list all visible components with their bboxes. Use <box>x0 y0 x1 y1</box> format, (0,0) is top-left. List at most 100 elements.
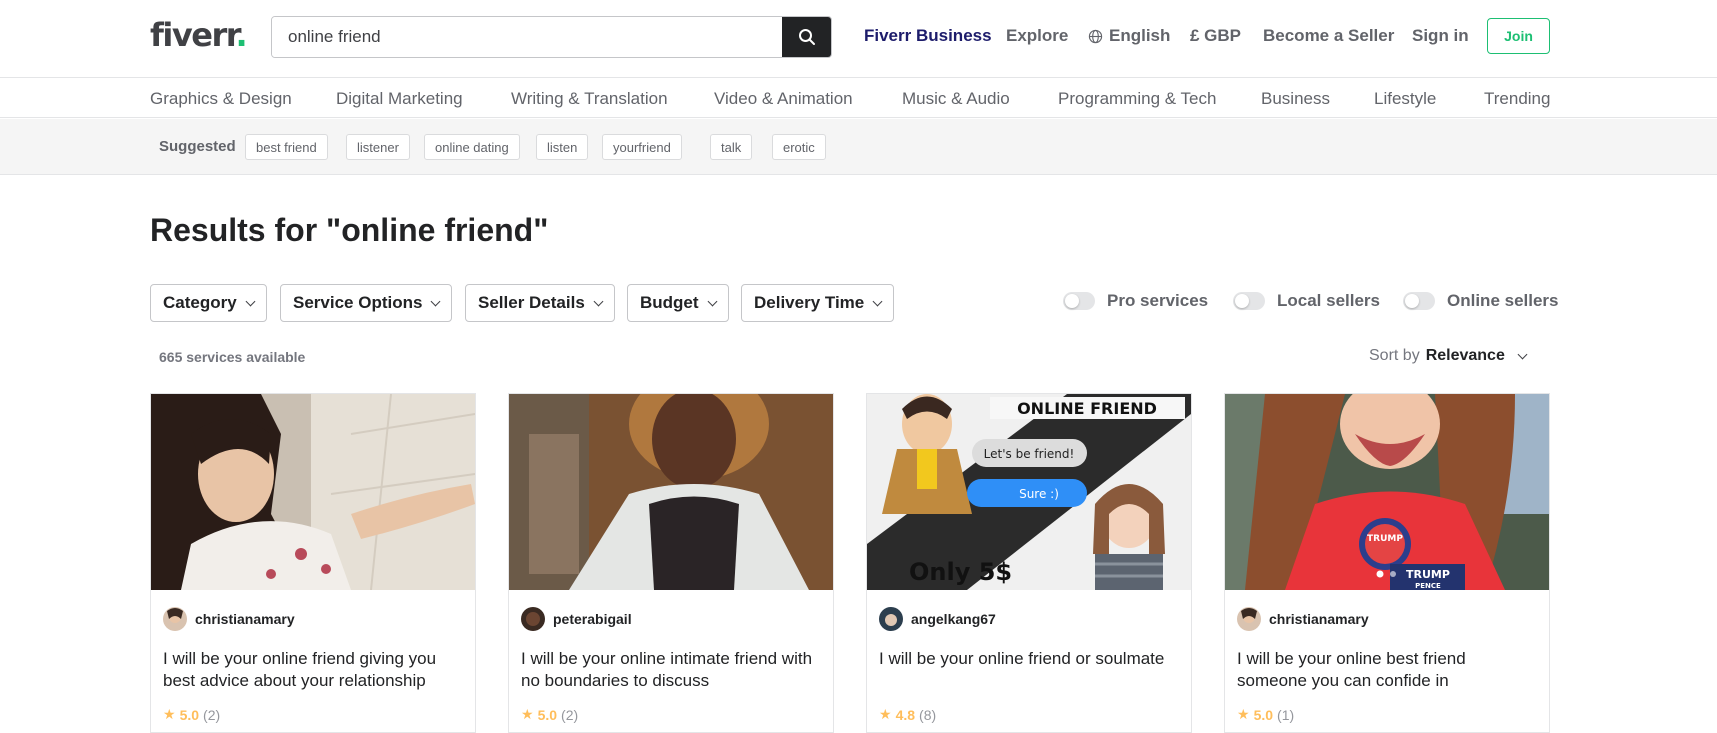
language-label: English <box>1109 26 1171 45</box>
gig-image[interactable]: TRUMP TRUMP PENCE <box>1225 394 1549 590</box>
review-count: (8) <box>919 706 937 723</box>
search-icon <box>798 29 815 45</box>
suggested-tag[interactable]: best friend <box>245 134 328 160</box>
suggested-label: Suggested <box>159 138 236 155</box>
star-icon: ★ <box>879 706 892 722</box>
gig-image[interactable]: ONLINE FRIEND Let's be friend! Sure :) O… <box>867 394 1191 590</box>
seller-info[interactable]: peterabigail <box>521 607 632 631</box>
review-count: (2) <box>561 706 579 723</box>
suggested-tag[interactable]: erotic <box>772 134 826 160</box>
gig-card[interactable]: TRUMP TRUMP PENCE christianamary I will … <box>1224 393 1550 733</box>
category-writing-translation[interactable]: Writing & Translation <box>511 89 668 109</box>
sort-dropdown[interactable]: Sort by Relevance <box>1369 347 1528 365</box>
seller-info[interactable]: angelkang67 <box>879 607 996 631</box>
image-badge-subtext: PENCE <box>1415 582 1441 590</box>
toggle-switch[interactable] <box>1403 292 1435 310</box>
toggle-local-sellers[interactable]: Local sellers <box>1233 291 1380 311</box>
rating-value: 4.8 <box>895 706 916 723</box>
gig-card[interactable]: ONLINE FRIEND Let's be friend! Sure :) O… <box>866 393 1192 733</box>
filter-category[interactable]: Category <box>150 284 267 322</box>
gig-title[interactable]: I will be your online intimate friend wi… <box>521 648 821 692</box>
seller-name[interactable]: angelkang67 <box>911 611 996 627</box>
nav-fiverr-business[interactable]: Fiverr Business <box>864 26 992 46</box>
suggested-bar: Suggested best friend listener online da… <box>0 119 1717 175</box>
category-video-animation[interactable]: Video & Animation <box>714 89 853 109</box>
filter-budget[interactable]: Budget <box>627 284 729 322</box>
nav-explore[interactable]: Explore <box>1006 26 1068 46</box>
review-count: (2) <box>203 706 221 723</box>
carousel-dot[interactable] <box>1390 571 1396 577</box>
search-button[interactable] <box>782 17 831 57</box>
gig-rating: ★ 5.0 (2) <box>163 706 220 723</box>
chevron-down-icon <box>245 296 256 306</box>
nav-sign-in[interactable]: Sign in <box>1412 26 1469 46</box>
image-badge-text: TRUMP <box>1367 534 1403 544</box>
toggle-pro-services[interactable]: Pro services <box>1063 291 1208 311</box>
toggle-switch[interactable] <box>1233 292 1265 310</box>
image-badge-text: TRUMP <box>1406 568 1450 581</box>
sort-label: Sort by <box>1369 347 1420 364</box>
filter-delivery-time[interactable]: Delivery Time <box>741 284 895 322</box>
star-icon: ★ <box>1237 706 1250 722</box>
rating-value: 5.0 <box>1253 706 1274 723</box>
gig-rating: ★ 5.0 (1) <box>1237 706 1294 723</box>
nav-become-seller[interactable]: Become a Seller <box>1263 26 1394 46</box>
search-input[interactable] <box>272 17 784 57</box>
image-bubble-text: Sure :) <box>1019 487 1059 501</box>
results-title: Results for "online friend" <box>150 212 549 248</box>
nav-currency[interactable]: £ GBP <box>1190 26 1241 46</box>
gig-card[interactable]: christianamary I will be your online fri… <box>150 393 476 733</box>
suggested-tag[interactable]: online dating <box>424 134 520 160</box>
image-banner-text: ONLINE FRIEND <box>1017 399 1157 418</box>
chevron-down-icon <box>430 296 441 306</box>
toggle-online-sellers[interactable]: Online sellers <box>1403 291 1559 311</box>
chevron-down-icon <box>593 296 604 306</box>
category-programming-tech[interactable]: Programming & Tech <box>1058 89 1216 109</box>
carousel-dot[interactable] <box>1376 570 1384 578</box>
rating-value: 5.0 <box>179 706 200 723</box>
suggested-tag[interactable]: yourfriend <box>602 134 682 160</box>
join-button[interactable]: Join <box>1487 18 1550 54</box>
gig-image[interactable] <box>151 394 475 590</box>
globe-icon <box>1088 29 1103 43</box>
image-bubble-text: Let's be friend! <box>984 447 1075 461</box>
star-icon: ★ <box>521 706 534 722</box>
services-count: 665 services available <box>159 349 306 365</box>
filter-service-options[interactable]: Service Options <box>280 284 453 322</box>
seller-avatar[interactable] <box>163 607 187 631</box>
category-trending[interactable]: Trending <box>1484 89 1550 109</box>
seller-name[interactable]: christianamary <box>1269 611 1369 627</box>
category-graphics-design[interactable]: Graphics & Design <box>150 89 292 109</box>
gig-title[interactable]: I will be your online best friend someon… <box>1237 648 1537 692</box>
suggested-tag[interactable]: listen <box>536 134 589 160</box>
category-digital-marketing[interactable]: Digital Marketing <box>336 89 463 109</box>
fiverr-logo[interactable]: fiverr. <box>150 16 248 54</box>
gig-title[interactable]: I will be your online friend or soulmate <box>879 648 1179 670</box>
suggested-tag[interactable]: listener <box>346 134 410 160</box>
category-lifestyle[interactable]: Lifestyle <box>1374 89 1436 109</box>
gig-image[interactable] <box>509 394 833 590</box>
category-business[interactable]: Business <box>1261 89 1330 109</box>
chevron-down-icon <box>872 296 883 306</box>
seller-avatar[interactable] <box>1237 607 1261 631</box>
gig-rating: ★ 5.0 (2) <box>521 706 578 723</box>
seller-info[interactable]: christianamary <box>1237 607 1369 631</box>
seller-name[interactable]: christianamary <box>195 611 295 627</box>
gig-rating: ★ 4.8 (8) <box>879 706 936 723</box>
suggested-tag[interactable]: talk <box>710 134 753 160</box>
image-price-text: Only 5$ <box>909 558 1012 586</box>
seller-avatar[interactable] <box>521 607 545 631</box>
toggle-switch[interactable] <box>1063 292 1095 310</box>
chevron-down-icon <box>1517 349 1528 359</box>
filter-seller-details[interactable]: Seller Details <box>465 284 615 322</box>
seller-info[interactable]: christianamary <box>163 607 295 631</box>
sort-value: Relevance <box>1425 347 1505 364</box>
gig-card[interactable]: peterabigail I will be your online intim… <box>508 393 834 733</box>
seller-name[interactable]: peterabigail <box>553 611 632 627</box>
gig-title[interactable]: I will be your online friend giving you … <box>163 648 463 692</box>
category-music-audio[interactable]: Music & Audio <box>902 89 1010 109</box>
seller-avatar[interactable] <box>879 607 903 631</box>
star-icon: ★ <box>163 706 176 722</box>
nav-language[interactable]: English <box>1088 26 1170 46</box>
site-header: fiverr. Fiverr Business Explore English … <box>0 0 1717 78</box>
